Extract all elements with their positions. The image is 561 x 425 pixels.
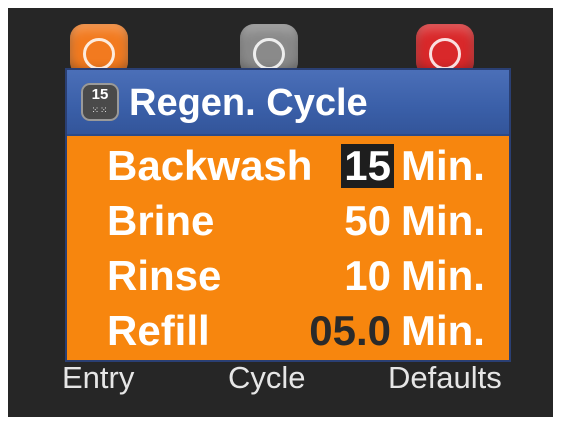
valve-glyph-icon	[429, 38, 461, 71]
menu-label-defaults: Defaults	[388, 360, 502, 395]
setting-label: Brine	[107, 197, 215, 244]
setting-value[interactable]: 10	[344, 254, 391, 298]
setting-label: Backwash	[107, 142, 313, 189]
setting-unit: Min.	[401, 252, 485, 299]
settings-list: Backwash 15 Min. Brine 50 Min. Rinse 10 …	[67, 136, 509, 356]
setting-value-selected[interactable]: 15	[341, 144, 394, 188]
dialog-title: Regen. Cycle	[129, 82, 368, 124]
setting-label: Refill	[107, 307, 210, 354]
header-icon-number: 15	[91, 86, 109, 103]
setting-value[interactable]: 05.0	[309, 309, 391, 353]
regen-cycle-15-icon: 15 ⁙⁙	[81, 83, 119, 121]
header-icon-dots: ⁙⁙	[91, 105, 109, 115]
setting-value[interactable]: 50	[344, 199, 391, 243]
menu-label-entry: Entry	[62, 360, 135, 395]
menu-glyph-icon	[83, 38, 115, 71]
setting-row-backwash[interactable]: Backwash 15 Min.	[67, 136, 509, 191]
setting-unit: Min.	[401, 142, 485, 189]
setting-unit: Min.	[401, 197, 485, 244]
regen-cycle-dialog: 15 ⁙⁙ Regen. Cycle Backwash 15 Min. Brin…	[65, 68, 511, 362]
setting-row-rinse[interactable]: Rinse 10 Min.	[67, 246, 509, 301]
dialog-header: 15 ⁙⁙ Regen. Cycle	[67, 70, 509, 136]
menu-label-cycle: Cycle	[228, 360, 306, 395]
setting-row-refill[interactable]: Refill 05.0 Min.	[67, 301, 509, 356]
device-screen: Entry Cycle Defaults e 15 ⁙⁙ Regen. Cycl…	[8, 8, 553, 417]
setting-label: Rinse	[107, 252, 222, 299]
clock-face-icon	[253, 38, 285, 71]
setting-unit: Min.	[401, 307, 485, 354]
setting-row-brine[interactable]: Brine 50 Min.	[67, 191, 509, 246]
